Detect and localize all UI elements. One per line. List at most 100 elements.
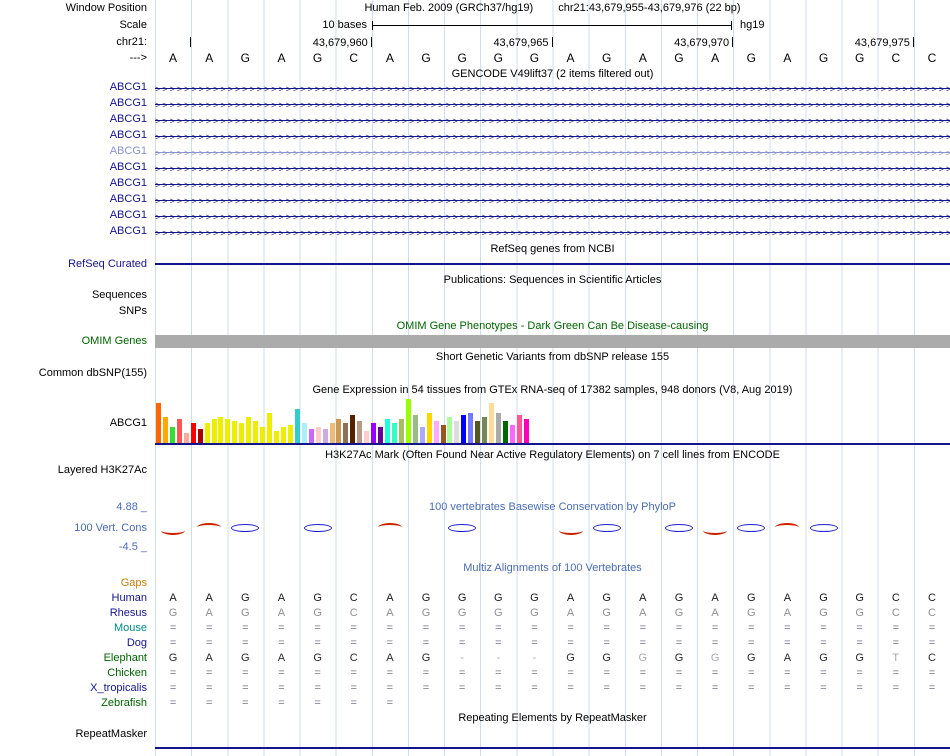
transcript-line[interactable]: >>>>>>>>>>>>>>>>>>>>>>>>>>>>>>>>>>>>>>>>… [155, 161, 950, 177]
gene-label[interactable]: ABCG1 [0, 193, 155, 209]
gtex-expression-bar[interactable] [225, 419, 231, 443]
gtex-expression-bar[interactable] [385, 419, 391, 443]
gtex-expression-bar[interactable] [475, 421, 481, 443]
refseq-curated-label[interactable]: RefSeq Curated [0, 257, 155, 272]
gene-label[interactable]: ABCG1 [0, 97, 155, 113]
gtex-expression-bar[interactable] [398, 419, 404, 443]
gtex-expression-bar[interactable] [267, 413, 273, 443]
snps-label[interactable]: SNPs [0, 303, 155, 319]
gene-label[interactable]: ABCG1 [0, 209, 155, 225]
h3k27ac-label[interactable]: Layered H3K27Ac [0, 463, 155, 499]
transcript-line[interactable]: >>>>>>>>>>>>>>>>>>>>>>>>>>>>>>>>>>>>>>>>… [155, 145, 950, 161]
transcript-line[interactable]: >>>>>>>>>>>>>>>>>>>>>>>>>>>>>>>>>>>>>>>>… [155, 209, 950, 225]
alignment-base: G [855, 652, 864, 664]
alignment-base: = [567, 667, 574, 679]
species-label-elephant[interactable]: Elephant [0, 651, 155, 666]
refseq-gene-line[interactable] [155, 263, 950, 265]
gtex-expression-bar[interactable] [169, 427, 175, 443]
gtex-expression-bar[interactable] [190, 423, 196, 443]
gtex-expression-bar[interactable] [447, 417, 453, 443]
gtex-expression-bar[interactable] [183, 433, 189, 443]
gtex-expression-bar[interactable] [391, 423, 397, 443]
gene-label[interactable]: ABCG1 [0, 113, 155, 129]
gtex-expression-bar[interactable] [322, 429, 328, 443]
gtex-expression-bar[interactable] [176, 419, 182, 443]
gtex-expression-bar[interactable] [211, 419, 217, 443]
gtex-expression-bar[interactable] [419, 427, 425, 443]
gtex-expression-bar[interactable] [412, 415, 418, 443]
gtex-expression-bar[interactable] [294, 409, 300, 443]
gtex-expression-bar[interactable] [371, 423, 377, 443]
transcript-line[interactable]: >>>>>>>>>>>>>>>>>>>>>>>>>>>>>>>>>>>>>>>>… [155, 193, 950, 209]
transcript-line[interactable]: >>>>>>>>>>>>>>>>>>>>>>>>>>>>>>>>>>>>>>>>… [155, 225, 950, 241]
gtex-expression-bar[interactable] [329, 423, 335, 443]
gtex-expression-bar[interactable] [301, 423, 307, 443]
gene-label[interactable]: ABCG1 [0, 129, 155, 145]
species-label-human[interactable]: Human [0, 591, 155, 606]
gtex-expression-bar[interactable] [280, 427, 286, 443]
gtex-expression-bar[interactable] [378, 427, 384, 443]
gtex-expression-bar[interactable] [287, 425, 293, 443]
gtex-expression-bar[interactable] [246, 417, 252, 443]
gtex-expression-bar[interactable] [232, 421, 238, 443]
gtex-expression-bar[interactable] [239, 423, 245, 443]
gtex-expression-bar[interactable] [461, 415, 467, 443]
gtex-expression-bar[interactable] [468, 413, 474, 443]
gtex-expression-bar[interactable] [357, 421, 363, 443]
alignment-base: = [278, 637, 285, 649]
gtex-expression-bar[interactable] [482, 417, 488, 443]
gtex-expression-bar[interactable] [426, 413, 432, 443]
gtex-expression-bar[interactable] [489, 403, 495, 443]
gtex-expression-bar[interactable] [218, 417, 224, 443]
gtex-expression-bar[interactable] [503, 421, 508, 443]
gtex-expression-bar[interactable] [315, 427, 321, 443]
repeatmasker-row: RepeatMasker [0, 726, 950, 742]
coordinate-ruler[interactable]: 43,679,960 43,679,965 43,679,970 43,679,975 [155, 34, 950, 50]
transcript-line[interactable]: >>>>>>>>>>>>>>>>>>>>>>>>>>>>>>>>>>>>>>>>… [155, 113, 950, 129]
transcript-line[interactable]: >>>>>>>>>>>>>>>>>>>>>>>>>>>>>>>>>>>>>>>>… [155, 129, 950, 145]
gtex-expression-bar[interactable] [273, 431, 279, 443]
species-label-zebrafish[interactable]: Zebrafish [0, 696, 155, 711]
gtex-expression-bar[interactable] [454, 421, 460, 443]
repeatmasker-label[interactable]: RepeatMasker [0, 726, 155, 742]
gtex-expression-bar[interactable] [204, 423, 210, 443]
gene-label[interactable]: ABCG1 [0, 81, 155, 97]
gtex-expression-bar[interactable] [405, 399, 411, 443]
gtex-expression-bar[interactable] [496, 413, 502, 443]
species-label-rhesus[interactable]: Rhesus [0, 606, 155, 621]
gtex-expression-bar[interactable] [336, 419, 342, 443]
gene-label[interactable]: ABCG1 [0, 225, 155, 241]
dbsnp-label[interactable]: Common dbSNP(155) [0, 365, 155, 382]
transcript-line[interactable]: >>>>>>>>>>>>>>>>>>>>>>>>>>>>>>>>>>>>>>>>… [155, 97, 950, 113]
gtex-expression-bar[interactable] [260, 427, 266, 443]
species-label-dog[interactable]: Dog [0, 636, 155, 651]
transcript-line[interactable]: >>>>>>>>>>>>>>>>>>>>>>>>>>>>>>>>>>>>>>>>… [155, 81, 950, 97]
gene-label[interactable]: ABCG1 [0, 177, 155, 193]
gtex-expression-bar[interactable] [197, 429, 203, 443]
species-label-chicken[interactable]: Chicken [0, 666, 155, 681]
gtex-expression-bar[interactable] [440, 425, 446, 443]
conservation-label[interactable]: 100 Vert. Cons [0, 515, 155, 541]
gtex-expression-bar[interactable] [364, 431, 370, 443]
gtex-expression-bar[interactable] [253, 421, 259, 443]
gtex-gene-label[interactable]: ABCG1 [0, 398, 155, 447]
gtex-expression-bar[interactable] [350, 415, 356, 443]
gtex-expression-bar[interactable] [156, 403, 161, 443]
gtex-expression-bar[interactable] [516, 415, 522, 443]
gene-label[interactable]: ABCG1 [0, 161, 155, 177]
gene-row: ABCG1 >>>>>>>>>>>>>>>>>>>>>>>>>>>>>>>>>>>… [0, 145, 950, 161]
sequences-label[interactable]: Sequences [0, 288, 155, 303]
gtex-expression-bar[interactable] [308, 429, 314, 443]
gene-label[interactable]: ABCG1 [0, 145, 155, 161]
omim-genes-label[interactable]: OMIM Genes [0, 334, 155, 349]
species-label-mouse[interactable]: Mouse [0, 621, 155, 636]
omim-gene-bar[interactable] [155, 335, 950, 348]
gtex-expression-bar[interactable] [162, 417, 168, 443]
gtex-expression-bar[interactable] [343, 423, 349, 443]
gtex-expression-bar[interactable] [523, 419, 529, 443]
transcript-line[interactable]: >>>>>>>>>>>>>>>>>>>>>>>>>>>>>>>>>>>>>>>>… [155, 177, 950, 193]
alignment-base: = [242, 682, 249, 694]
species-label-x_tropicalis[interactable]: X_tropicalis [0, 681, 155, 696]
gtex-expression-bar[interactable] [509, 425, 515, 443]
gtex-expression-bar[interactable] [433, 421, 439, 443]
